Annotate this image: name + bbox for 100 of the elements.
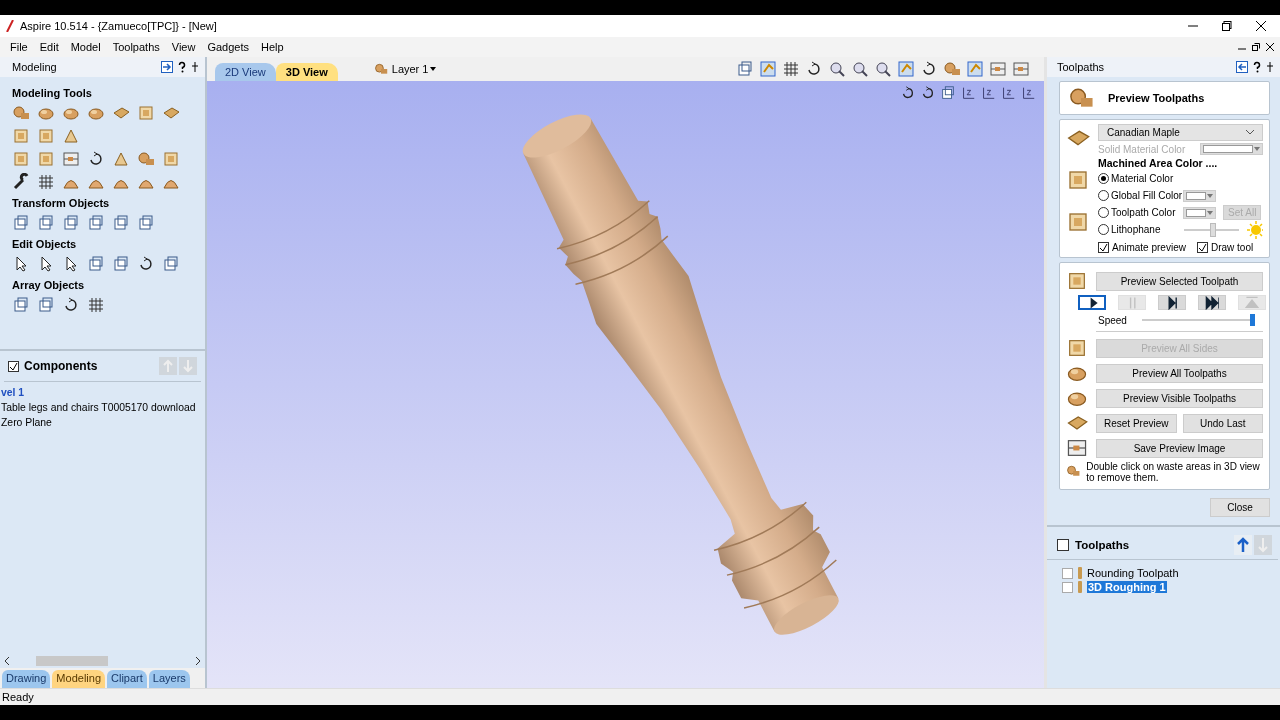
action-button[interactable]: Preview All Toolpaths — [1096, 363, 1263, 383]
toolbar-icon[interactable] — [920, 60, 938, 78]
tool-icon[interactable] — [87, 150, 105, 168]
panel-tab[interactable]: Layers — [148, 670, 190, 688]
group-title: Modeling Tools — [12, 87, 93, 99]
end-icon — [1205, 295, 1219, 310]
menu-item[interactable]: Help — [255, 41, 290, 53]
preview-selected-button[interactable]: Preview Selected Toolpath — [1096, 271, 1263, 291]
radio-label[interactable]: Lithophane — [1111, 224, 1175, 235]
group-title: Transform Objects — [12, 197, 111, 209]
speed-slider[interactable] — [1142, 314, 1255, 326]
checkbox-label[interactable]: Animate preview — [1112, 242, 1186, 253]
checkbox[interactable] — [8, 360, 19, 372]
close-icon[interactable] — [1256, 21, 1266, 31]
radio-label[interactable]: Toolpath Color — [1111, 207, 1181, 218]
lithophane-slider[interactable] — [1184, 222, 1239, 237]
scroll-right-icon[interactable] — [195, 657, 201, 665]
play-button[interactable] — [1078, 295, 1106, 310]
checkbox[interactable] — [1057, 539, 1069, 551]
pin-icon[interactable] — [1266, 61, 1274, 73]
card-title: Preview Toolpaths — [1108, 92, 1205, 104]
maximize-icon[interactable] — [1222, 21, 1232, 31]
help-icon[interactable] — [178, 61, 186, 73]
caret-icon — [1207, 193, 1213, 198]
toolbar-icon[interactable] — [805, 60, 823, 78]
panel-tab[interactable]: Modeling — [52, 670, 105, 688]
panel-tab[interactable]: Drawing — [2, 670, 51, 688]
view-icon[interactable] — [920, 85, 936, 101]
tool-bit-icon — [1077, 567, 1083, 579]
action-button[interactable]: Save Preview Image — [1096, 438, 1263, 458]
checkbox[interactable] — [1062, 567, 1073, 579]
menu-item[interactable]: File — [4, 41, 34, 53]
dock-icon[interactable] — [1236, 61, 1248, 73]
close-button[interactable]: Close — [1210, 498, 1270, 517]
top-icon — [1245, 295, 1259, 310]
group-title: Array Objects — [12, 279, 86, 291]
view-tab[interactable]: 2D View — [215, 63, 276, 81]
radio-label[interactable]: Material Color — [1111, 173, 1181, 184]
tool-icon[interactable] — [137, 255, 155, 273]
material-dropdown[interactable]: Canadian Maple — [1098, 124, 1263, 141]
color-dropdown[interactable] — [1183, 189, 1216, 202]
material-icon — [1066, 337, 1088, 359]
layer-icon[interactable] — [373, 62, 388, 76]
view-tab[interactable]: 3D View — [275, 63, 338, 81]
material-icon — [1066, 437, 1088, 459]
action-button[interactable]: Preview Visible Toolpaths — [1096, 388, 1263, 408]
tool-icon[interactable] — [12, 173, 30, 191]
app-logo-icon — [6, 20, 14, 32]
scroll-left-icon[interactable] — [4, 657, 10, 665]
close-icon[interactable] — [1266, 43, 1274, 51]
speed-label: Speed — [1097, 314, 1128, 326]
action-button[interactable]: Reset Preview — [1096, 413, 1177, 433]
menu-item[interactable]: Model — [64, 41, 107, 53]
caret-icon — [1254, 147, 1260, 151]
pin-icon[interactable] — [191, 61, 199, 73]
field-label: Solid Material Color — [1098, 143, 1187, 155]
view-icon[interactable] — [980, 85, 996, 101]
tool-bit-icon — [1077, 581, 1083, 593]
restore-icon[interactable] — [1252, 43, 1260, 51]
action-button[interactable]: Undo Last — [1182, 413, 1263, 433]
section-heading: Machined Area Color .... — [1098, 157, 1219, 169]
view-icon[interactable] — [1000, 85, 1016, 101]
menu-item[interactable]: Edit — [33, 41, 65, 53]
layer-dropdown[interactable]: Layer 1 — [391, 63, 437, 75]
sun-icon — [1246, 220, 1263, 239]
hint-text: Double click on waste areas in 3D view to remove them. — [1086, 461, 1261, 483]
menu-item[interactable]: Gadgets — [201, 41, 255, 53]
panel-title: Toolpaths — [1057, 61, 1105, 73]
color-dropdown[interactable] — [1183, 206, 1216, 219]
checkbox[interactable] — [1062, 581, 1073, 593]
caret-icon — [430, 67, 437, 71]
tool-icon[interactable] — [62, 296, 80, 314]
scrollbar-thumb[interactable] — [36, 656, 108, 666]
view-icon[interactable] — [900, 85, 916, 101]
menu-item[interactable]: View — [165, 41, 202, 53]
section-title: Toolpaths — [1075, 539, 1130, 551]
view-icon[interactable] — [960, 85, 976, 101]
dock-icon[interactable] — [161, 61, 173, 73]
menu-item[interactable]: Toolpaths — [106, 41, 166, 53]
view-icon[interactable] — [1020, 85, 1036, 101]
animate-icon — [1066, 210, 1090, 234]
component-item[interactable]: vel 1 — [0, 385, 205, 400]
view-icon[interactable] — [940, 85, 956, 101]
toolpath-item[interactable]: Rounding Toolpath — [1087, 567, 1179, 579]
component-item[interactable]: Zero Plane — [0, 415, 205, 430]
up-arrow-icon[interactable] — [1234, 535, 1252, 555]
checkbox-label[interactable]: Draw tool — [1210, 242, 1254, 253]
window-title: Aspire 10.514 - {Zamueco[TPC]} - [New] — [20, 20, 217, 32]
toolpath-item[interactable]: 3D Roughing 1 — [1087, 581, 1167, 593]
radio-label[interactable]: Global Fill Color — [1111, 190, 1181, 201]
end-button[interactable] — [1198, 295, 1226, 310]
panel-tab[interactable]: Clipart — [107, 670, 147, 688]
component-item[interactable]: Table legs and chairs T0005170 download — [0, 400, 205, 415]
color-dropdown[interactable] — [1200, 143, 1263, 155]
checkbox[interactable] — [1098, 242, 1109, 253]
step-button[interactable] — [1158, 295, 1186, 310]
panel-title: Modeling — [12, 61, 57, 73]
help-icon[interactable] — [1253, 61, 1261, 73]
checkbox[interactable] — [1196, 242, 1208, 253]
caret-icon — [1207, 210, 1213, 215]
